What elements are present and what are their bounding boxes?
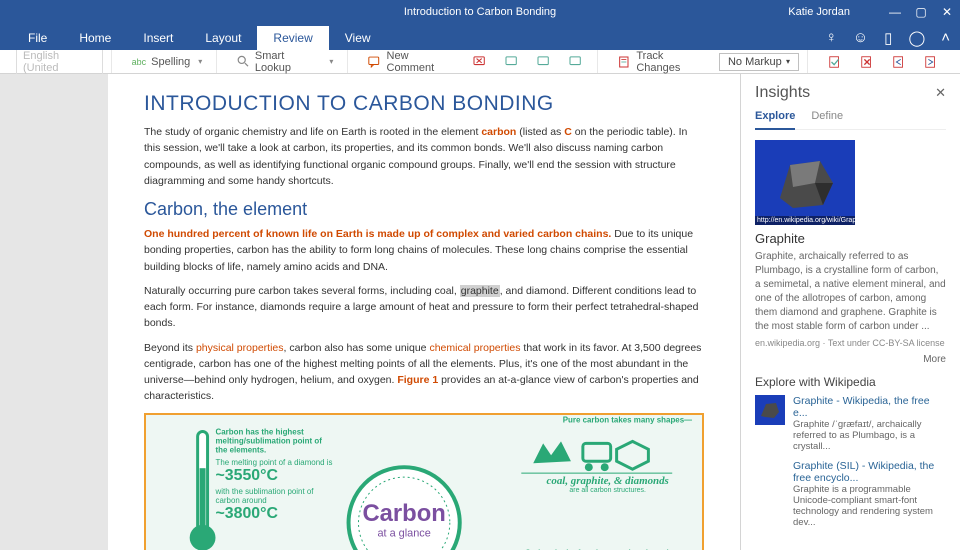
book-icon[interactable]: ▯ — [884, 29, 892, 47]
insights-pane: Insights ✕ Explore Define http://en.wiki… — [740, 74, 960, 550]
comment-prev-icon — [505, 56, 519, 68]
svg-text:Carbon: Carbon — [362, 500, 445, 527]
window-controls: — ▢ ✕ — [882, 0, 960, 24]
insights-topic-title: Graphite — [755, 231, 946, 246]
tab-view[interactable]: View — [329, 26, 387, 50]
prev-change-icon — [892, 55, 906, 69]
wiki-result-snippet: Graphite is a programmable Unicode-compl… — [793, 484, 946, 528]
ribbon-right-icons: ♀ ☺ ▯ ◯ ˄ — [826, 29, 950, 47]
infographic-figure: Carbon at a glance Carbon has the highes… — [144, 413, 704, 550]
language-dropdown[interactable]: English (United — [16, 47, 103, 77]
ribbon-tabs: File Home Insert Layout Review View ♀ ☺ … — [0, 24, 960, 50]
person-icon[interactable]: ◯ — [908, 29, 925, 47]
paragraph-intro: The study of organic chemistry and life … — [144, 124, 704, 189]
close-button[interactable]: ✕ — [934, 0, 960, 24]
wiki-result-1[interactable]: Graphite - Wikipedia, the free e... Grap… — [755, 395, 946, 452]
tab-insert[interactable]: Insert — [127, 26, 189, 50]
new-comment-label: New Comment — [387, 50, 455, 74]
document-title: Introduction to Carbon Bonding — [404, 6, 556, 18]
comment-next-icon — [537, 56, 551, 68]
new-comment-button[interactable]: New Comment — [362, 48, 461, 76]
review-toolbar: English (United abc Spelling Smart Looku… — [0, 50, 960, 74]
tab-file[interactable]: File — [12, 26, 63, 50]
insights-image[interactable]: http://en.wikipedia.org/wiki/Graph... — [755, 140, 855, 225]
comment-show-icon — [569, 56, 583, 68]
spelling-label: Spelling — [151, 56, 190, 68]
next-change-icon — [924, 55, 938, 69]
delete-comment-button[interactable] — [467, 54, 493, 70]
lightbulb-icon[interactable]: ♀ — [826, 29, 837, 47]
insights-tab-define[interactable]: Define — [811, 110, 843, 129]
track-changes-button[interactable]: Track Changes — [612, 48, 713, 76]
heading-2: Carbon, the element — [144, 199, 704, 220]
image-source-caption: http://en.wikipedia.org/wiki/Graph... — [755, 216, 855, 225]
smart-lookup-label: Smart Lookup — [255, 50, 321, 74]
show-comments-button[interactable] — [563, 54, 589, 70]
wiki-result-2[interactable]: Graphite (SIL) - Wikipedia, the free enc… — [755, 460, 946, 528]
paragraph-2: One hundred percent of known life on Ear… — [144, 226, 704, 275]
insights-tabs: Explore Define — [755, 110, 946, 130]
accept-change-button[interactable] — [822, 53, 848, 71]
track-changes-label: Track Changes — [636, 50, 707, 74]
heading-1: INTRODUCTION TO CARBON BONDING — [144, 92, 704, 116]
explore-wikipedia-heading: Explore with Wikipedia — [755, 375, 946, 389]
smiley-icon[interactable]: ☺ — [853, 29, 868, 47]
next-comment-button[interactable] — [531, 54, 557, 70]
tab-layout[interactable]: Layout — [189, 26, 257, 50]
prev-change-button[interactable] — [886, 53, 912, 71]
insights-title: Insights — [755, 84, 810, 102]
chevron-up-icon[interactable]: ˄ — [941, 29, 950, 47]
user-name[interactable]: Katie Jordan — [788, 6, 850, 18]
insights-description: Graphite, archaically referred to as Plu… — [755, 250, 946, 334]
svg-text:at a glance: at a glance — [377, 527, 430, 539]
selected-text[interactable]: graphite — [460, 285, 500, 297]
wiki-result-title: Graphite - Wikipedia, the free e... — [793, 395, 946, 419]
prev-comment-button[interactable] — [499, 54, 525, 70]
tab-review[interactable]: Review — [257, 26, 328, 50]
spelling-button[interactable]: abc Spelling — [126, 54, 209, 70]
next-change-button[interactable] — [918, 53, 944, 71]
left-gutter — [0, 74, 108, 550]
reject-icon — [860, 55, 874, 69]
track-changes-icon — [618, 55, 631, 69]
insights-more-link[interactable]: More — [755, 354, 946, 365]
reject-change-button[interactable] — [854, 53, 880, 71]
insights-source: en.wikipedia.org · Text under CC-BY-SA l… — [755, 338, 946, 348]
restore-button[interactable]: ▢ — [908, 0, 934, 24]
workspace: INTRODUCTION TO CARBON BONDING The study… — [0, 74, 960, 550]
close-pane-button[interactable]: ✕ — [935, 85, 946, 101]
wiki-result-snippet: Graphite /ˈɡræfaɪt/, archaically referre… — [793, 419, 946, 452]
paragraph-4: Beyond its physical properties, carbon a… — [144, 340, 704, 405]
comment-x-icon — [473, 56, 487, 68]
title-bar: Introduction to Carbon Bonding Katie Jor… — [0, 0, 960, 24]
smart-lookup-button[interactable]: Smart Lookup — [231, 48, 339, 76]
search-icon — [237, 55, 250, 68]
document-page[interactable]: INTRODUCTION TO CARBON BONDING The study… — [108, 74, 740, 550]
wiki-result-title: Graphite (SIL) - Wikipedia, the free enc… — [793, 460, 946, 484]
tab-home[interactable]: Home — [63, 26, 127, 50]
accept-icon — [828, 55, 842, 69]
comment-new-icon — [368, 56, 381, 68]
insights-tab-explore[interactable]: Explore — [755, 110, 795, 130]
minimize-button[interactable]: — — [882, 0, 908, 24]
markup-dropdown[interactable]: No Markup▾ — [719, 53, 799, 71]
wiki-thumb-icon — [755, 395, 785, 425]
paragraph-3: Naturally occurring pure carbon takes se… — [144, 283, 704, 332]
